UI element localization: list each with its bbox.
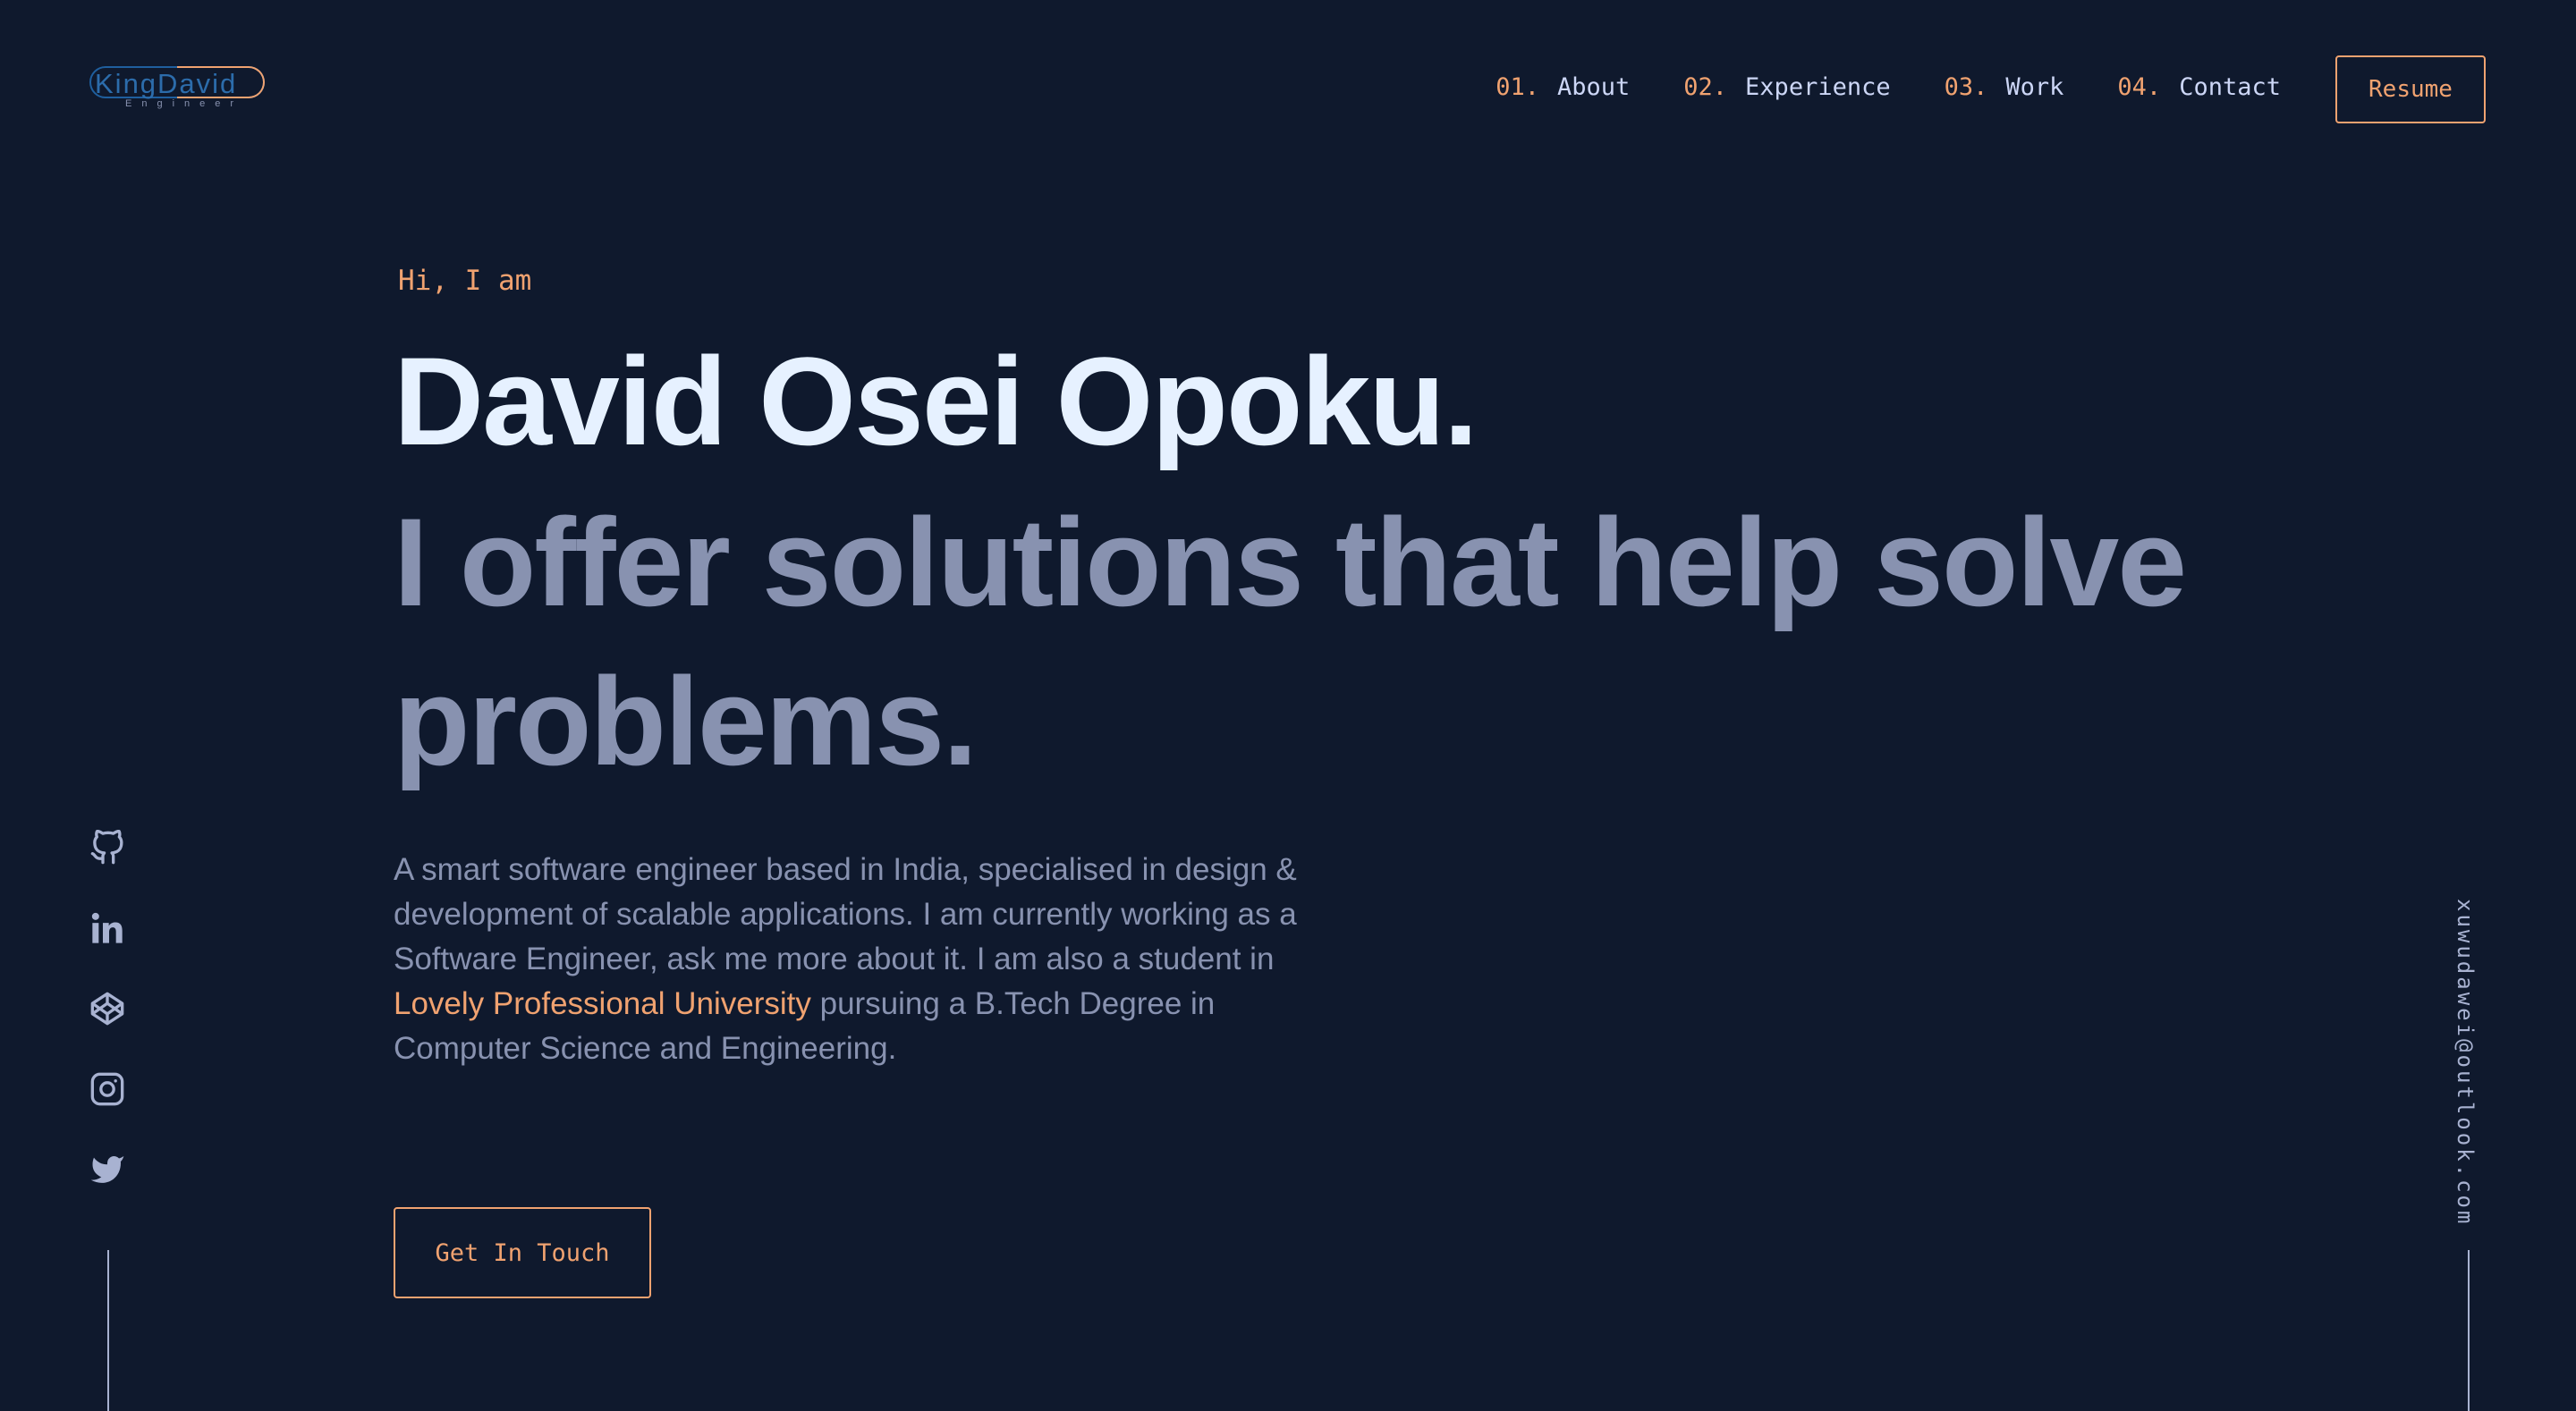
codepen-icon[interactable] <box>89 991 125 1027</box>
nav-label: Contact <box>2179 73 2281 101</box>
hero-tagline: I offer solutions that help solve proble… <box>394 492 2187 791</box>
resume-button[interactable]: Resume <box>2335 55 2486 123</box>
nav-number: 01. <box>1496 73 1539 101</box>
github-icon[interactable] <box>89 830 125 866</box>
instagram-icon[interactable] <box>89 1071 125 1107</box>
email-divider-line <box>2468 1250 2470 1411</box>
university-link[interactable]: Lovely Professional University <box>394 986 811 1021</box>
email-link[interactable]: xuwudawei@outlook.com <box>2453 899 2478 1226</box>
hero-description: A smart software engineer based in India… <box>394 848 1306 1071</box>
logo-text: KingDavid <box>95 68 238 99</box>
nav-label: Work <box>2005 73 2064 101</box>
site-logo[interactable]: KingDavid Engineer <box>89 66 270 113</box>
get-in-touch-button[interactable]: Get In Touch <box>394 1207 651 1298</box>
nav-label: Experience <box>1745 73 1891 101</box>
nav-label: About <box>1556 73 1631 101</box>
logo-subtitle: Engineer <box>125 98 244 109</box>
nav-number: 04. <box>2117 73 2162 101</box>
main-nav: 01. About 02. Experience 03. Work 04. Co… <box>1496 73 2281 101</box>
nav-item-work[interactable]: 03. Work <box>1945 73 2064 101</box>
nav-item-contact[interactable]: 04. Contact <box>2117 73 2281 101</box>
nav-number: 03. <box>1944 73 1988 101</box>
nav-number: 02. <box>1683 73 1728 101</box>
twitter-icon[interactable] <box>89 1152 125 1187</box>
hero-name: David Osei Opoku. <box>394 331 1479 471</box>
hero-description-text: A smart software engineer based in India… <box>394 852 1297 976</box>
social-divider-line <box>107 1250 109 1411</box>
hero-greeting: Hi, I am <box>398 265 532 297</box>
linkedin-icon[interactable] <box>89 910 125 946</box>
nav-item-about[interactable]: 01. About <box>1496 73 1630 101</box>
nav-item-experience[interactable]: 02. Experience <box>1683 73 1890 101</box>
social-links <box>89 830 125 1187</box>
